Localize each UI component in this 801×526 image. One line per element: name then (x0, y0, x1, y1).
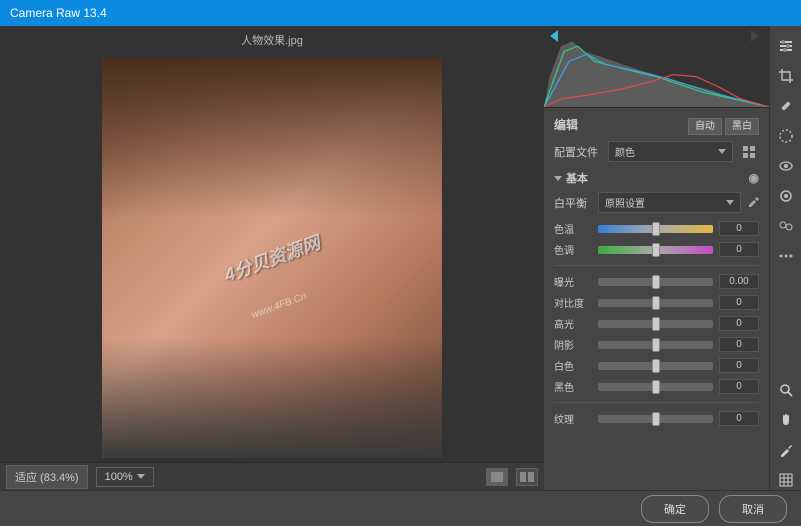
shadows-value[interactable]: 0 (719, 337, 759, 352)
shadows-label: 阴影 (554, 337, 592, 352)
mask-tool-icon[interactable] (776, 126, 796, 146)
window-titlebar: Camera Raw 13.4 (0, 0, 801, 26)
highlight-clip-icon[interactable] (751, 30, 763, 42)
wb-select[interactable]: 原照设置 (598, 192, 741, 213)
blacks-label: 黑色 (554, 379, 592, 394)
zoom-select[interactable]: 100% (96, 467, 154, 487)
shadows-slider[interactable] (598, 341, 713, 349)
slider-thumb[interactable] (652, 359, 660, 373)
image-canvas[interactable]: 4分贝资源网 www.4FB.Cn (0, 54, 544, 462)
wb-label: 白平衡 (554, 195, 592, 211)
hand-tool-icon[interactable] (776, 410, 796, 430)
texture-slider[interactable] (598, 415, 713, 423)
auto-button[interactable]: 自动 (688, 118, 722, 135)
crop-tool-icon[interactable] (776, 66, 796, 86)
whites-label: 白色 (554, 358, 592, 373)
more-icon[interactable] (776, 246, 796, 266)
tint-value[interactable]: 0 (719, 242, 759, 257)
chevron-down-icon[interactable] (554, 176, 562, 181)
bw-button[interactable]: 黑白 (725, 118, 759, 135)
basic-section-label[interactable]: 基本 (566, 170, 588, 186)
wb-value: 原照设置 (605, 195, 645, 210)
chevron-down-icon (718, 149, 726, 154)
slider-thumb[interactable] (652, 317, 660, 331)
profile-select[interactable]: 颜色 (608, 141, 733, 162)
visibility-icon[interactable]: ◉ (749, 171, 759, 185)
exposure-value[interactable]: 0.00 (719, 274, 759, 289)
eyedropper-icon[interactable] (747, 195, 759, 210)
temp-label: 色温 (554, 221, 592, 236)
grid-tool-icon[interactable] (776, 470, 796, 490)
profile-browse-icon[interactable] (739, 142, 759, 162)
highlights-label: 高光 (554, 316, 592, 331)
chevron-down-icon (726, 200, 734, 205)
dialog-footer: 确定 取消 (0, 490, 801, 526)
exposure-slider[interactable] (598, 278, 713, 286)
watermark-url: www.4FB.Cn (250, 291, 308, 321)
zoom-tool-icon[interactable] (776, 380, 796, 400)
zoom-value: 100% (105, 471, 133, 483)
slider-thumb[interactable] (652, 275, 660, 289)
contrast-label: 对比度 (554, 295, 592, 310)
exposure-label: 曝光 (554, 274, 592, 289)
whites-slider[interactable] (598, 362, 713, 370)
heal-tool-icon[interactable] (776, 96, 796, 116)
edit-tool-icon[interactable] (776, 36, 796, 56)
slider-thumb[interactable] (652, 412, 660, 426)
texture-value[interactable]: 0 (719, 411, 759, 426)
photo-preview: 4分贝资源网 www.4FB.Cn (102, 58, 442, 458)
edit-heading: 编辑 (554, 116, 578, 133)
blacks-value[interactable]: 0 (719, 379, 759, 394)
chevron-down-icon (137, 474, 145, 479)
texture-label: 纹理 (554, 411, 592, 426)
contrast-value[interactable]: 0 (719, 295, 759, 310)
histogram[interactable] (544, 26, 769, 108)
profile-value: 颜色 (615, 144, 635, 159)
edit-panel: 编辑 自动 黑白 配置文件 颜色 (544, 108, 769, 490)
temp-value[interactable]: 0 (719, 221, 759, 236)
slider-thumb[interactable] (652, 222, 660, 236)
contrast-slider[interactable] (598, 299, 713, 307)
highlights-slider[interactable] (598, 320, 713, 328)
tint-slider[interactable] (598, 246, 713, 254)
temp-slider[interactable] (598, 225, 713, 233)
sampler-tool-icon[interactable] (776, 440, 796, 460)
fit-button[interactable]: 适应 (83.4%) (6, 465, 88, 489)
app-title: Camera Raw 13.4 (10, 6, 107, 20)
filename-label: 人物效果.jpg (0, 26, 544, 54)
redeye-tool-icon[interactable] (776, 156, 796, 176)
watermark-text: 4分贝资源网 (221, 229, 324, 288)
tint-label: 色调 (554, 242, 592, 257)
blacks-slider[interactable] (598, 383, 713, 391)
view-single-button[interactable] (486, 468, 508, 486)
whites-value[interactable]: 0 (719, 358, 759, 373)
slider-thumb[interactable] (652, 338, 660, 352)
slider-thumb[interactable] (652, 296, 660, 310)
view-compare-button[interactable] (516, 468, 538, 486)
ok-button[interactable]: 确定 (641, 495, 709, 523)
slider-thumb[interactable] (652, 380, 660, 394)
profile-label: 配置文件 (554, 144, 602, 160)
preset-tool-icon[interactable] (776, 216, 796, 236)
highlights-value[interactable]: 0 (719, 316, 759, 331)
cancel-button[interactable]: 取消 (719, 495, 787, 523)
radial-tool-icon[interactable] (776, 186, 796, 206)
canvas-toolbar: 适应 (83.4%) 100% (0, 462, 544, 490)
tool-strip (769, 26, 801, 490)
shadow-clip-icon[interactable] (550, 30, 562, 42)
slider-thumb[interactable] (652, 243, 660, 257)
